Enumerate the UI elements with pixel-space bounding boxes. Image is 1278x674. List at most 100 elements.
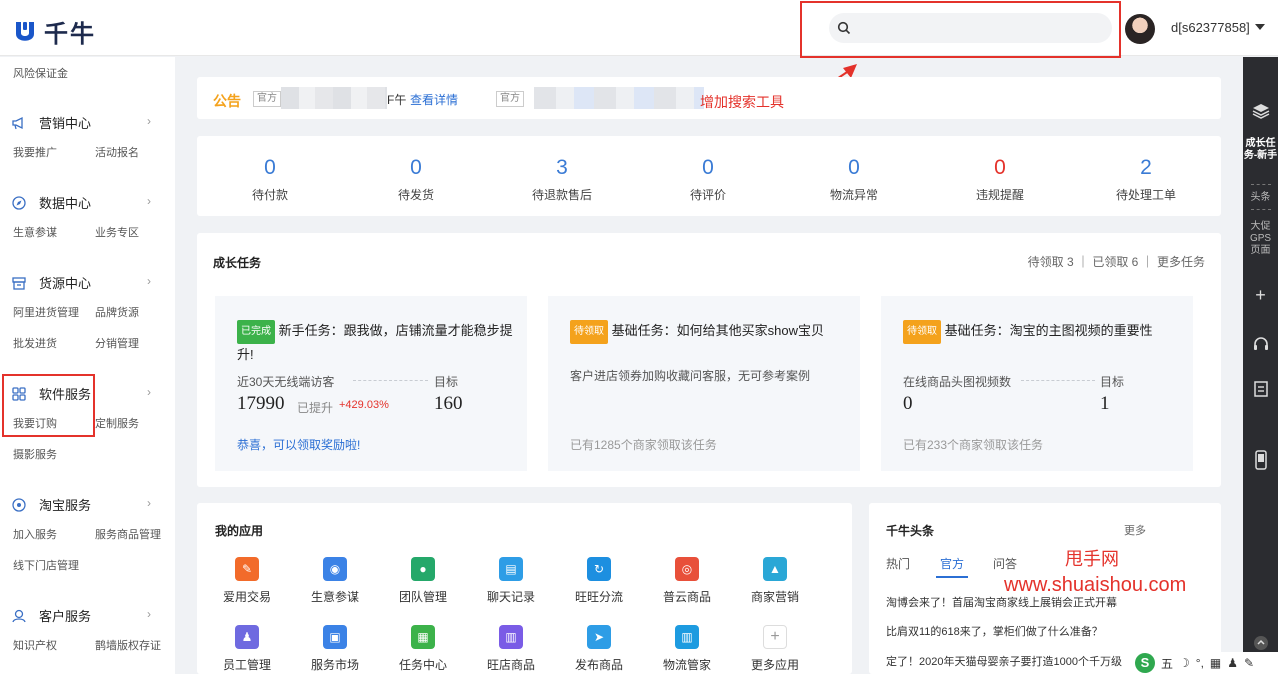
stat-pending-payment[interactable]: 0 待付款	[197, 136, 343, 203]
sidebar-item-service-goods[interactable]: 服务商品管理	[95, 526, 161, 542]
task-raised-value: +429.03%	[339, 399, 389, 411]
compass-icon	[12, 195, 26, 210]
send-icon: ➤	[587, 625, 611, 649]
chevron-right-icon[interactable]: ›	[147, 496, 151, 510]
edit-icon[interactable]	[1243, 380, 1278, 401]
chevron-right-icon[interactable]: ›	[147, 607, 151, 621]
sogou-logo[interactable]: S	[1135, 653, 1155, 673]
app-item[interactable]: ◎ 普云商品	[642, 557, 732, 605]
plus-icon: +	[763, 625, 787, 649]
sidebar-item-ip[interactable]: 知识产权	[13, 637, 57, 653]
task-card-newbie[interactable]: 已完成 新手任务：跟我做，店铺流量才能稳步提升! 近30天无线端访客 目标 17…	[215, 296, 527, 471]
sidebar-item-business-zone[interactable]: 业务专区	[95, 224, 139, 240]
rail-headlines[interactable]: 头条	[1243, 192, 1278, 204]
sidebar-item-activity[interactable]: 活动报名	[95, 144, 139, 160]
task-card-show[interactable]: 待领取 基础任务：如何给其他买家show宝贝 客户进店领券加购收藏问客服，无可参…	[548, 296, 860, 471]
app-item[interactable]: ▦ 任务中心	[378, 625, 468, 673]
phone-icon[interactable]	[1243, 450, 1278, 473]
sidebar-section-header[interactable]: 营销中心	[11, 113, 91, 132]
sidebar-item-join-service[interactable]: 加入服务	[13, 526, 57, 542]
app-item[interactable]: + 更多应用	[730, 625, 820, 673]
app-item[interactable]: ◉ 生意参谋	[290, 557, 380, 605]
claim-reward-link[interactable]: 恭喜，可以领取奖励啦!	[237, 436, 360, 453]
news-item[interactable]: 比肩双11的618来了，掌柜们做了什么准备？	[886, 623, 1156, 639]
rail-growth-task[interactable]: 成长任务-新手	[1243, 138, 1278, 162]
stat-logistics[interactable]: 0 物流异常	[781, 136, 927, 203]
app-label: 发布商品	[574, 658, 623, 672]
chevron-right-icon[interactable]: ›	[147, 274, 151, 288]
user-icon[interactable]: ♟	[1227, 656, 1238, 670]
sidebar-item-brand-supply[interactable]: 品牌货源	[95, 304, 139, 320]
chevron-right-icon[interactable]: ›	[147, 194, 151, 208]
stat-refund[interactable]: 3 待退款售后	[489, 136, 635, 203]
layers-icon[interactable]	[1243, 103, 1278, 122]
app-item[interactable]: ▥ 物流管家	[642, 625, 732, 673]
headset-icon[interactable]	[1243, 335, 1278, 356]
stat-pending-shipment[interactable]: 0 待发货	[343, 136, 489, 203]
stat-value: 2	[1140, 156, 1152, 179]
app-item[interactable]: ▥ 旺店商品	[466, 625, 556, 673]
app-item[interactable]: ▲ 商家营销	[730, 557, 820, 605]
divider	[1251, 184, 1271, 185]
app-label: 更多应用	[750, 658, 799, 672]
app-item[interactable]: ♟ 员工管理	[202, 625, 292, 673]
stat-pending-review[interactable]: 0 待评价	[635, 136, 781, 203]
avatar[interactable]	[1125, 14, 1155, 44]
keyboard-icon[interactable]: ▦	[1210, 656, 1221, 670]
sidebar-item-promote[interactable]: 我要推广	[13, 144, 57, 160]
sidebar-item-copyright[interactable]: 鹊墙版权存证	[95, 637, 161, 653]
app-label: 物流管家	[662, 658, 711, 672]
qianniu-logo[interactable]: 千牛	[12, 14, 96, 49]
task-current-value: 17990	[237, 393, 285, 414]
logistics-icon: ▥	[675, 625, 699, 649]
app-item[interactable]: ➤ 发布商品	[554, 625, 644, 673]
stat-workorder[interactable]: 2 待处理工单	[1073, 136, 1219, 203]
sidebar-item-risk-deposit[interactable]: 风险保证金	[13, 65, 68, 81]
moon-icon[interactable]: ☽	[1179, 656, 1190, 670]
punctuation-icon[interactable]: °,	[1196, 656, 1204, 670]
chevron-right-icon[interactable]: ›	[147, 114, 151, 128]
news-item[interactable]: 定了！2020年天猫母婴亲子要打造1000个千万级	[886, 653, 1136, 669]
task-card-video[interactable]: 待领取 基础任务：淘宝的主图视频的重要性 在线商品头图视频数 目标 0 1 已有…	[881, 296, 1193, 471]
stat-value: 0	[702, 156, 714, 179]
stat-violation[interactable]: 0 违规提醒	[927, 136, 1073, 203]
sidebar-item-wholesale[interactable]: 批发进货	[13, 335, 57, 351]
app-item[interactable]: ✎ 爱用交易	[202, 557, 292, 605]
task-summary-links[interactable]: 待领取 3 ｜ 已领取 6 ｜ 更多任务	[1028, 253, 1205, 270]
app-item[interactable]: ▣ 服务市场	[290, 625, 380, 673]
plus-icon[interactable]: +	[1243, 285, 1278, 306]
rail-promo-gps[interactable]: 大促GPS页面	[1243, 221, 1278, 257]
sidebar-item-offline-store[interactable]: 线下门店管理	[13, 557, 79, 573]
blurred-notice-text	[281, 87, 387, 109]
wrench-icon[interactable]: ✎	[1244, 656, 1254, 670]
tab-hot[interactable]: 热门	[886, 555, 910, 572]
sidebar-section-title: 数据中心	[39, 196, 92, 211]
sidebar-item-custom-service[interactable]: 定制服务	[95, 415, 139, 431]
highlight-box	[2, 374, 95, 437]
sidebar-item-photography[interactable]: 摄影服务	[13, 446, 57, 462]
chevron-down-icon[interactable]	[1255, 24, 1265, 30]
tab-qa[interactable]: 问答	[993, 555, 1017, 572]
chevron-right-icon[interactable]: ›	[147, 385, 151, 399]
sidebar-section-header[interactable]: 货源中心	[11, 273, 91, 292]
tab-official[interactable]: 官方	[940, 555, 964, 572]
app-label: 旺旺分流	[574, 590, 623, 604]
sidebar-section-header[interactable]: 数据中心	[11, 193, 91, 212]
username[interactable]: d[s62377858]	[1171, 20, 1250, 35]
staff-icon: ♟	[235, 625, 259, 649]
app-item[interactable]: ● 团队管理	[378, 557, 468, 605]
triangle-icon: ▲	[763, 557, 787, 581]
notice-detail-link[interactable]: 查看详情	[410, 91, 458, 108]
sidebar-item-business-advisor[interactable]: 生意参谋	[13, 224, 57, 240]
top-header: 千牛 d[s62377858]	[0, 0, 1278, 58]
sidebar-section-header[interactable]: 淘宝服务	[11, 495, 91, 514]
megaphone-icon	[12, 116, 23, 129]
app-item[interactable]: ↻ 旺旺分流	[554, 557, 644, 605]
sidebar-item-ali-purchase[interactable]: 阿里进货管理	[13, 304, 79, 320]
sidebar-item-distribution[interactable]: 分销管理	[95, 335, 139, 351]
news-more-link[interactable]: 更多	[1124, 522, 1146, 538]
ime-toolbar: S 五 ☽ °, ▦ ♟ ✎	[1131, 652, 1278, 674]
sidebar-section-header[interactable]: 客户服务	[11, 606, 91, 625]
app-item[interactable]: ▤ 聊天记录	[466, 557, 556, 605]
ime-mode[interactable]: 五	[1161, 655, 1173, 672]
